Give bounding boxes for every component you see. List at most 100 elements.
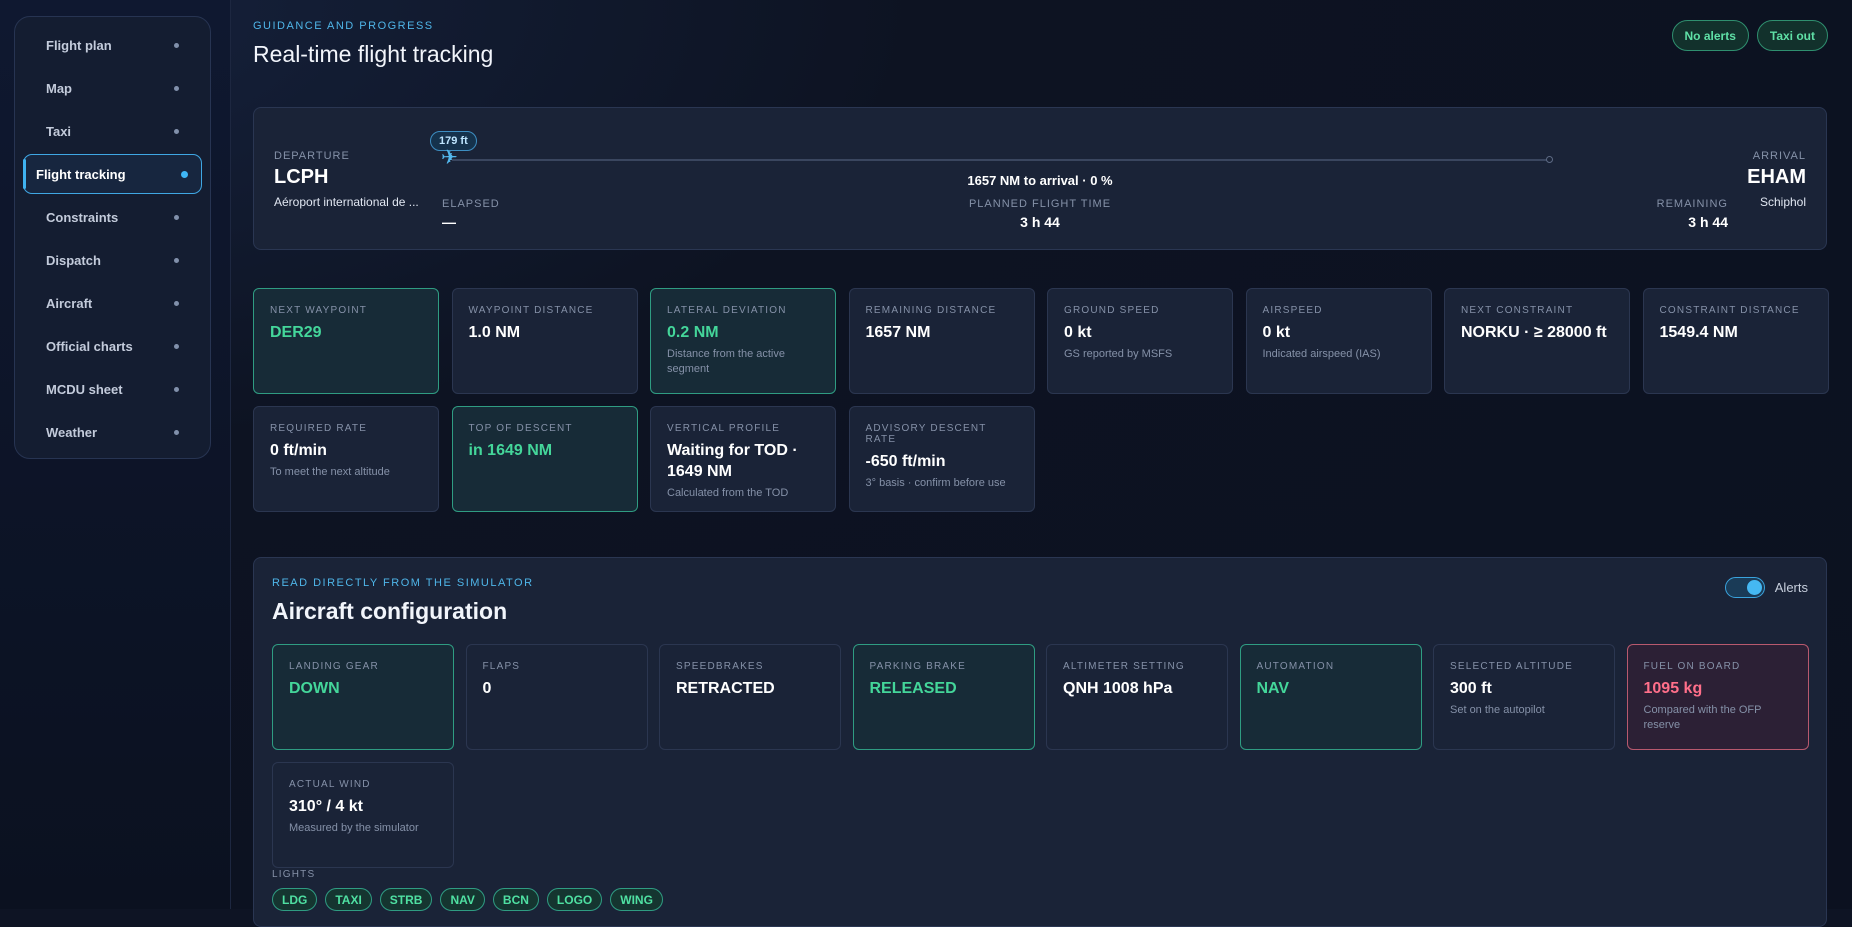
sidebar-item-label: Taxi (46, 123, 72, 139)
sidebar-item-taxi[interactable]: Taxi (23, 111, 202, 151)
metric-card-landing-gear: LANDING GEAR DOWN (272, 644, 454, 750)
lights-list: LDG TAXI STRB NAV BCN LOGO WING (272, 888, 663, 911)
sidebar-item-flight-tracking[interactable]: Flight tracking (23, 154, 202, 194)
metric-card-lateral-deviation: LATERAL DEVIATION 0.2 NM Distance from the… (650, 288, 836, 394)
metric-value: 0 (482, 680, 492, 697)
metric-value: QNH 1008 hPa (1063, 680, 1173, 697)
metric-card-vertical-profile: VERTICAL PROFILE Waiting for TOD · 1649 N… (650, 406, 836, 512)
metric-value: 300 ft (1450, 680, 1492, 697)
status-dot-icon (174, 43, 179, 48)
metric-card-airspeed: AIRSPEED 0 kt Indicated airspeed (IAS) (1245, 288, 1432, 394)
metric-label: ACTUAL WIND (289, 779, 371, 790)
metric-card-top-of-descent: TOP OF DESCENT in 1649 NM (451, 406, 638, 512)
status-dot-icon (174, 129, 179, 134)
config-title: Aircraft configuration (272, 598, 508, 624)
departure-label: DEPARTURE (274, 150, 350, 162)
metric-value: Waiting for TOD · 1649 NM (667, 442, 798, 480)
sidebar-item-label: MCDU sheet (46, 381, 123, 397)
metric-value: in 1649 NM (468, 442, 553, 459)
light-chip-logo[interactable]: LOGO (546, 888, 603, 911)
light-chip-bcn[interactable]: BCN (492, 888, 539, 911)
metric-card-selected-altitude: SELECTED ALTITUDE 300 ft Set on the autopi… (1433, 644, 1615, 750)
metric-card-advisory-descent-rate: ADVISORY DESCENT RATE -650 ft/min 3° basis… (848, 406, 1035, 512)
arrival-block: ARRIVAL EHAM Schiphol (1747, 150, 1806, 209)
sidebar-item-mcdu-sheet[interactable]: MCDU sheet (23, 369, 202, 409)
alerts-toggle-label: Alerts (1774, 580, 1808, 595)
metric-value: DOWN (289, 680, 340, 697)
status-dot-icon (174, 430, 179, 435)
status-dot-icon (174, 86, 179, 91)
planned-time-label: PLANNED FLIGHT TIME (968, 198, 1112, 210)
status-dot-icon (174, 387, 179, 392)
distance-to-arrival: 1657 NM to arrival · 0 % (967, 173, 1113, 188)
sidebar-item-weather[interactable]: Weather (23, 412, 202, 452)
sidebar-item-label: Dispatch (46, 252, 101, 268)
page-eyebrow: GUIDANCE AND PROGRESS (253, 20, 434, 32)
metric-label: SPEEDBRAKES (676, 661, 764, 672)
metric-label: LATERAL DEVIATION (667, 305, 787, 316)
metric-value: -650 ft/min (865, 453, 946, 470)
metric-note: Calculated from the TOD (667, 487, 789, 499)
sidebar-item-label: Weather (46, 424, 98, 440)
status-dot-icon (174, 301, 179, 306)
metric-label: AUTOMATION (1256, 661, 1335, 672)
light-chip-nav[interactable]: NAV (440, 888, 485, 911)
sidebar-item-official-charts[interactable]: Official charts (23, 326, 202, 366)
sidebar-item-flight-plan[interactable]: Flight plan (23, 25, 202, 65)
metric-note: Indicated airspeed (IAS) (1262, 348, 1381, 360)
sidebar-item-label: Official charts (46, 338, 133, 354)
light-chip-taxi[interactable]: TAXI (325, 888, 372, 911)
toggle-knob (1746, 580, 1762, 595)
planned-time-value: 3 h 44 (1020, 214, 1060, 230)
metric-note: Distance from the active segment (667, 348, 785, 375)
status-pills: No alerts Taxi out (1671, 20, 1828, 51)
planned-time-block: PLANNED FLIGHT TIME 3 h 44 (254, 198, 1826, 230)
metric-label: TOP OF DESCENT (468, 423, 573, 434)
light-chip-ldg[interactable]: LDG (272, 888, 318, 911)
metric-value: 0 kt (1262, 324, 1291, 341)
metric-label: FLAPS (482, 661, 521, 672)
arrival-code: EHAM (1747, 166, 1806, 188)
airplane-icon: ✈ (441, 147, 458, 169)
metric-label: REMAINING DISTANCE (865, 305, 997, 316)
metric-label: LANDING GEAR (289, 661, 379, 672)
arrival-name: Schiphol (1759, 195, 1806, 209)
sidebar-item-dispatch[interactable]: Dispatch (23, 240, 202, 280)
sidebar-item-aircraft[interactable]: Aircraft (23, 283, 202, 323)
status-dot-icon (181, 171, 188, 178)
metric-value: 1.0 NM (468, 324, 521, 341)
metric-label: ADVISORY DESCENT RATE (865, 423, 987, 445)
alerts-switch[interactable] (1724, 577, 1765, 598)
light-chip-strb[interactable]: STRB (379, 888, 433, 911)
metric-note: Measured by the simulator (289, 822, 419, 834)
metric-value: 310° / 4 kt (289, 798, 363, 815)
metric-label: SELECTED ALTITUDE (1450, 661, 1574, 672)
alerts-status-badge[interactable]: No alerts (1671, 20, 1749, 51)
config-eyebrow: READ DIRECTLY FROM THE SIMULATOR (272, 577, 534, 589)
remaining-value: 3 h 44 (1688, 214, 1728, 230)
metric-label: GROUND SPEED (1064, 305, 1160, 316)
metric-card-constraint-distance: CONSTRAINT DISTANCE 1549.4 NM (1642, 288, 1829, 394)
metric-label: AIRSPEED (1262, 305, 1323, 316)
sidebar-item-label: Aircraft (46, 295, 93, 311)
flight-phase-badge[interactable]: Taxi out (1756, 20, 1828, 51)
status-dot-icon (174, 344, 179, 349)
sidebar-item-label: Flight plan (46, 37, 112, 53)
arrival-marker (1546, 156, 1553, 163)
metric-card-flaps: FLAPS 0 (465, 644, 648, 750)
guidance-metrics-grid: NEXT WAYPOINT DER29 WAYPOINT DISTANCE 1.0 N… (253, 288, 1829, 520)
metric-card-required-rate: REQUIRED RATE 0 ft/min To meet the next al… (253, 406, 439, 512)
alerts-toggle[interactable]: Alerts (1724, 577, 1808, 598)
light-chip-wing[interactable]: WING (610, 888, 663, 911)
metric-label: PARKING BRAKE (869, 661, 967, 672)
metric-value: RETRACTED (676, 680, 775, 697)
progress-track (452, 156, 1553, 163)
sidebar-item-constraints[interactable]: Constraints (23, 197, 202, 237)
page-title: Real-time flight tracking (253, 41, 494, 67)
metric-value: 0.2 NM (667, 324, 719, 341)
sidebar-item-map[interactable]: Map (23, 68, 202, 108)
aircraft-configuration-panel: READ DIRECTLY FROM THE SIMULATOR Aircraf… (253, 557, 1827, 927)
metric-label: REQUIRED RATE (270, 423, 368, 434)
lights-label: LIGHTS (272, 869, 316, 880)
metric-card-next-constraint: NEXT CONSTRAINT NORKU · ≥ 28000 ft (1444, 288, 1630, 394)
